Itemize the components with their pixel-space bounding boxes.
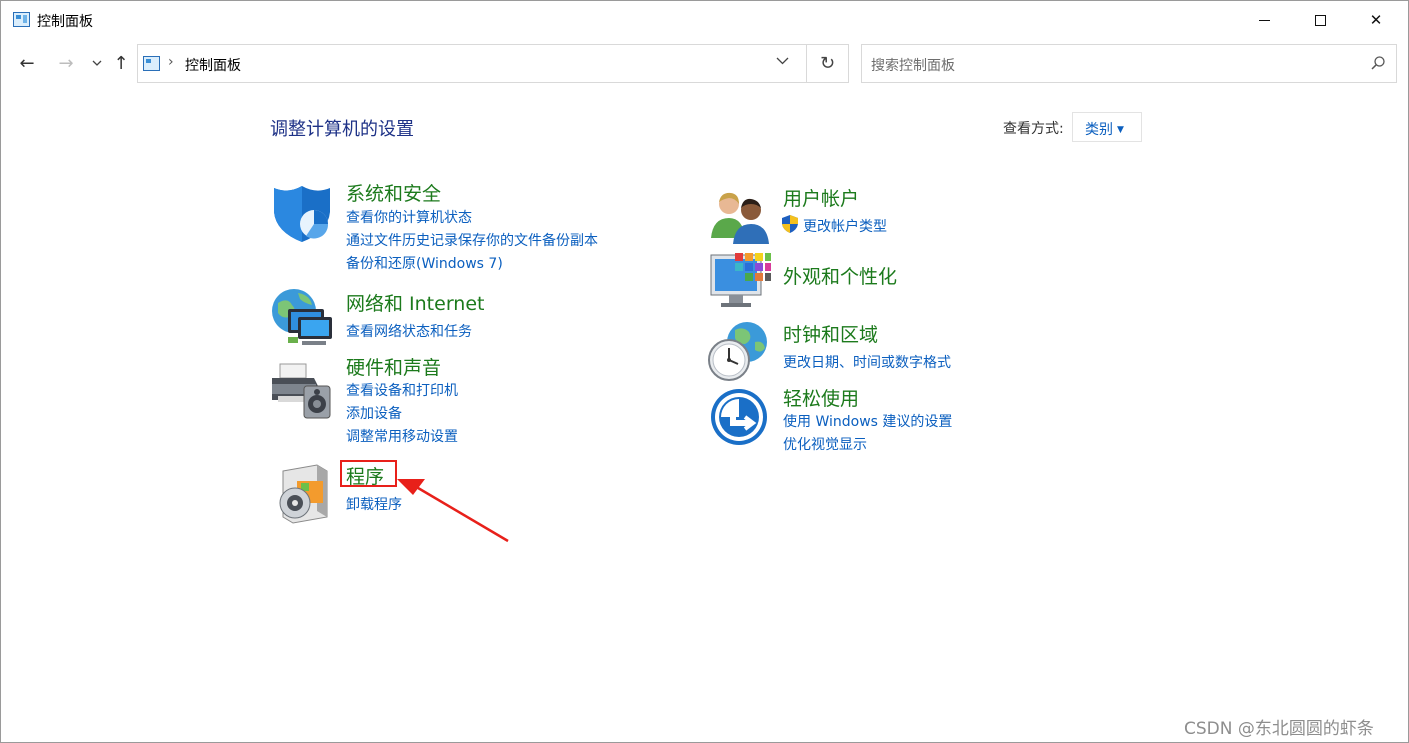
forward-button[interactable]: → (54, 51, 78, 75)
users-icon[interactable] (709, 186, 773, 250)
breadcrumb-separator-icon: › (168, 54, 174, 70)
page-title: 调整计算机的设置 (270, 119, 414, 140)
control-panel-icon (143, 56, 160, 71)
link-network-status-tasks[interactable]: 查看网络状态和任务 (346, 321, 472, 341)
back-arrow-icon: ← (19, 52, 35, 74)
maximize-icon (1314, 14, 1326, 26)
watermark: CSDN @东北圆圆的虾条 (1184, 719, 1374, 739)
view-by-dropdown[interactable]: 类别 ▼ (1072, 112, 1142, 142)
address-dropdown-button[interactable] (776, 54, 789, 68)
printer-speaker-icon[interactable] (270, 356, 334, 420)
link-change-account-type[interactable]: 更改帐户类型 (803, 216, 887, 236)
close-button[interactable]: ✕ (1353, 1, 1399, 39)
search-icon[interactable] (1370, 55, 1386, 71)
dropdown-caret-icon: ▼ (1117, 125, 1124, 135)
link-view-computer-status[interactable]: 查看你的计算机状态 (346, 207, 472, 227)
category-ease-of-access[interactable]: 轻松使用 (783, 384, 859, 411)
category-appearance-personalization[interactable]: 外观和个性化 (783, 262, 897, 289)
shield-icon[interactable] (270, 182, 334, 246)
search-placeholder: 搜索控制面板 (871, 58, 955, 74)
category-network-internet[interactable]: 网络和 Internet (346, 289, 484, 316)
close-icon: ✕ (1369, 11, 1383, 29)
breadcrumb-control-panel[interactable]: 控制面板 (185, 55, 241, 75)
chevron-down-icon (92, 60, 102, 66)
link-file-history-backup[interactable]: 通过文件历史记录保存你的文件备份副本 (346, 230, 598, 250)
link-devices-printers[interactable]: 查看设备和打印机 (346, 380, 458, 400)
link-mobility-settings[interactable]: 调整常用移动设置 (346, 426, 458, 446)
link-recommended-settings[interactable]: 使用 Windows 建议的设置 (783, 411, 952, 431)
category-hardware-sound[interactable]: 硬件和声音 (346, 353, 441, 380)
refresh-button[interactable]: ↻ (807, 44, 849, 83)
window-title: 控制面板 (37, 14, 93, 30)
uac-shield-icon (782, 215, 798, 233)
up-button[interactable]: ↑ (109, 51, 133, 75)
link-change-date-time-format[interactable]: 更改日期、时间或数字格式 (783, 352, 951, 372)
ease-of-access-icon[interactable] (709, 387, 773, 451)
monitor-palette-icon[interactable] (709, 251, 773, 315)
minimize-button[interactable] (1241, 1, 1287, 39)
title-bar: 控制面板 ✕ (1, 1, 1408, 39)
maximize-button[interactable] (1297, 1, 1343, 39)
category-clock-region[interactable]: 时钟和区域 (783, 320, 878, 347)
category-system-security[interactable]: 系统和安全 (346, 179, 441, 206)
up-arrow-icon: ↑ (113, 52, 129, 74)
view-by-label: 查看方式: (1003, 121, 1064, 137)
control-panel-window: 控制面板 ✕ ← → ↑ › 控制面板 ↻ 搜索控制面板 调整计算机的设置 查看… (0, 0, 1409, 743)
annotation-arrow-icon (397, 479, 509, 543)
address-bar[interactable]: › 控制面板 (137, 44, 807, 83)
link-add-device[interactable]: 添加设备 (346, 403, 402, 423)
forward-arrow-icon: → (58, 52, 74, 74)
link-uninstall-program[interactable]: 卸载程序 (346, 494, 402, 514)
programs-disc-icon[interactable] (273, 461, 337, 525)
view-by-value: 类别 (1085, 122, 1113, 138)
recent-locations-button[interactable] (85, 51, 109, 75)
chevron-down-icon (776, 57, 789, 65)
clock-globe-icon[interactable] (707, 320, 771, 384)
search-input[interactable]: 搜索控制面板 (861, 44, 1397, 83)
category-user-accounts[interactable]: 用户帐户 (783, 184, 859, 211)
link-optimize-visual-display[interactable]: 优化视觉显示 (783, 434, 867, 454)
control-panel-icon (13, 12, 30, 27)
link-backup-restore-win7[interactable]: 备份和还原(Windows 7) (346, 253, 503, 273)
back-button[interactable]: ← (15, 51, 39, 75)
annotation-highlight-box (340, 460, 397, 487)
minimize-icon (1258, 19, 1270, 21)
refresh-icon: ↻ (819, 53, 836, 74)
network-globe-icon[interactable] (270, 287, 334, 351)
